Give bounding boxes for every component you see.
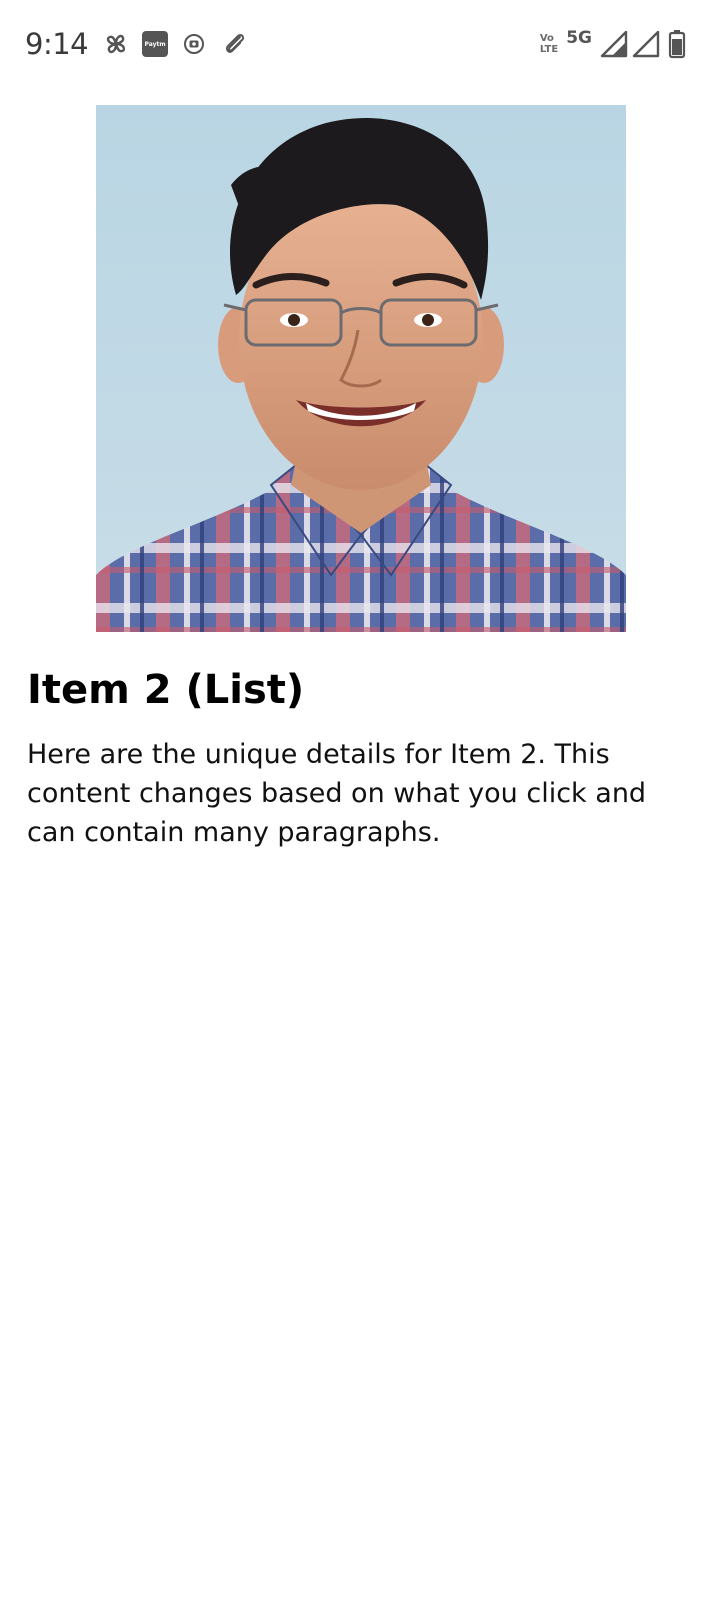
paytm-icon: Paytm bbox=[142, 31, 169, 57]
pinwheel-icon bbox=[102, 30, 130, 58]
network-type: 5G bbox=[566, 28, 592, 48]
portrait-photo bbox=[96, 105, 626, 632]
volte-top-label: Vo bbox=[539, 33, 554, 44]
page-title: Item 2 (List) bbox=[27, 667, 305, 713]
battery-icon bbox=[668, 29, 686, 59]
status-left: 9:14 Paytm bbox=[25, 24, 248, 64]
paytm-label: Paytm bbox=[142, 31, 169, 57]
clock: 9:14 bbox=[25, 27, 89, 61]
portrait-photo-image bbox=[96, 105, 626, 632]
signal-icon-secondary bbox=[632, 30, 660, 58]
detail-body: Here are the unique details for Item 2. … bbox=[27, 739, 647, 848]
volte-bottom-label: LTE bbox=[539, 44, 559, 55]
paperclip-icon bbox=[222, 31, 248, 57]
record-icon bbox=[182, 32, 206, 56]
volte-icon: Vo LTE bbox=[540, 33, 558, 55]
signal-icon bbox=[600, 30, 628, 58]
status-bar: 9:14 Paytm Vo LTE 5G bbox=[0, 0, 720, 88]
status-right: Vo LTE 5G bbox=[540, 26, 686, 62]
